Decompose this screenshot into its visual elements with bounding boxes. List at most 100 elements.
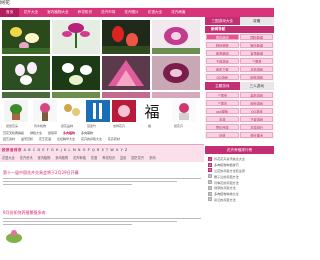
- site-logo[interactable]: 网花: [0, 0, 10, 6]
- text-link[interactable]: 论坛精华大全: [57, 137, 75, 141]
- sidebar-game-tabs: 主题游戏 三人游戏: [205, 82, 274, 90]
- text-link[interactable]: 绿植大全: [30, 131, 42, 135]
- sidebar-link[interactable]: 三国志: [205, 99, 239, 107]
- sidebar-link[interactable]: 手游排行: [240, 123, 274, 131]
- sidebar-link[interactable]: 下载游戏: [240, 115, 274, 123]
- category-link[interactable]: 花卉种植: [73, 156, 86, 160]
- category-link[interactable]: 多肉: [149, 156, 155, 160]
- sidebar-link[interactable]: 倚天屠龙: [240, 131, 274, 139]
- nav-item[interactable]: 养花知识: [73, 8, 96, 17]
- text-link[interactable]: 花卉的养殖大全: [81, 137, 102, 141]
- rank-item-label[interactable]: 吊兰的养殖方法: [214, 197, 236, 202]
- text-link[interactable]: 花艺花语: [39, 137, 51, 141]
- flower-photo[interactable]: [2, 20, 50, 54]
- sidebar-link[interactable]: 单机游戏: [240, 91, 274, 99]
- text-link[interactable]: 鼠尾草: [48, 131, 57, 135]
- sidebar-tab[interactable]: 三国游戏大全: [205, 17, 240, 25]
- flower-photo[interactable]: [152, 56, 200, 90]
- sidebar-link[interactable]: 手机游戏: [240, 65, 274, 73]
- sidebar-link[interactable]: QQ游戏: [240, 107, 274, 115]
- rank-item-label[interactable]: 月季花的养殖方法: [214, 180, 239, 185]
- icon-caption[interactable]: 鼠鼠花朵: [6, 124, 18, 128]
- flower-photo[interactable]: [102, 20, 150, 54]
- sidebar-tab[interactable]: 主题游戏: [205, 82, 240, 90]
- text-link[interactable]: 多肉植物: [63, 131, 75, 135]
- sidebar-link[interactable]: 体育新闻: [205, 49, 239, 57]
- flower-photo[interactable]: [152, 92, 200, 98]
- sidebar-tab[interactable]: 三人游戏: [239, 82, 274, 90]
- rank-item-label[interactable]: 君子兰的养殖方法: [214, 174, 239, 179]
- category-link[interactable]: 花语: [91, 156, 97, 160]
- sidebar-link[interactable]: 问道: [205, 131, 239, 139]
- text-link[interactable]: 多肉萌物: [81, 131, 93, 135]
- article-title[interactable]: 第十一届中国花卉交易会将于2月29日开幕: [3, 170, 201, 176]
- flower-photo[interactable]: [2, 92, 50, 98]
- category-link[interactable]: 室内植物: [38, 156, 51, 160]
- category-link[interactable]: 盆景: [120, 156, 126, 160]
- fu-character-icon[interactable]: 福: [140, 100, 164, 122]
- sidebar-link[interactable]: 手游: [205, 115, 239, 123]
- alphabet-letters[interactable]: A B C D E F G H J K L M N O P Q R S T W …: [24, 148, 128, 152]
- nav-item[interactable]: 花卉大全: [19, 8, 42, 17]
- potted-plant-icon[interactable]: [4, 100, 28, 122]
- orchid-icon[interactable]: [60, 100, 84, 122]
- sidebar-link[interactable]: 网页游戏: [240, 99, 274, 107]
- category-link[interactable]: 多肉植物: [55, 156, 68, 160]
- sidebar-link[interactable]: QQ游戏: [205, 73, 239, 81]
- nav-item-home[interactable]: 首页: [0, 8, 20, 17]
- category-link[interactable]: 园艺花卉: [131, 156, 144, 160]
- text-link[interactable]: 花卉药材: [108, 137, 120, 141]
- flower-photo[interactable]: [52, 56, 100, 90]
- nav-item[interactable]: 花卉市场: [97, 8, 120, 17]
- icon-caption[interactable]: 风水植物: [34, 124, 46, 128]
- sidebar-link[interactable]: ppt模板: [205, 107, 239, 115]
- category-link[interactable]: 养花知识: [102, 156, 115, 160]
- icon-caption[interactable]: 鼠花卉: [174, 124, 183, 128]
- sidebar-tab[interactable]: 攻略: [239, 17, 274, 25]
- text-link[interactable]: 园艺资材: [3, 137, 15, 141]
- flower-photo[interactable]: [52, 92, 100, 98]
- icon-caption[interactable]: 福: [148, 124, 151, 128]
- rank-item[interactable]: 8 吊兰的养殖方法: [208, 197, 272, 203]
- category-link[interactable]: 花语大全: [2, 156, 15, 160]
- sidebar-link[interactable]: 电影下载: [205, 65, 239, 73]
- sidebar-link[interactable]: 网页游戏: [240, 73, 274, 81]
- flower-pot-icon[interactable]: [172, 100, 196, 122]
- rank-item-label[interactable]: 养花花卉资讯信息大全: [214, 156, 245, 161]
- article-thumbnail[interactable]: [3, 226, 25, 244]
- sidebar-tabs: 三国游戏大全 攻略: [205, 17, 274, 25]
- sidebar-link[interactable]: 梦幻西游: [205, 123, 239, 131]
- rank-item-label[interactable]: 多肉植物种植技巧: [214, 162, 239, 167]
- flower-photo[interactable]: [102, 56, 150, 90]
- sidebar-link[interactable]: 娱乐新闻: [240, 41, 274, 49]
- bamboo-icon[interactable]: [86, 100, 110, 122]
- rank-item-label[interactable]: 多肉植物种类大全: [214, 191, 239, 196]
- sidebar-link[interactable]: 财经频道: [205, 41, 239, 49]
- text-link[interactable]: 盆景赏析: [21, 137, 33, 141]
- flower-photo[interactable]: [52, 20, 100, 54]
- flower-photo[interactable]: [152, 20, 200, 54]
- rank-item-label[interactable]: 绿萝的养殖方法: [214, 185, 236, 190]
- rank-item-label[interactable]: 兰花的养殖方法和注意: [214, 168, 245, 173]
- sidebar-link[interactable]: 军事新闻: [240, 49, 274, 57]
- sidebar-link[interactable]: 国际新闻: [240, 33, 274, 41]
- flower-photo[interactable]: [2, 56, 50, 90]
- nav-item[interactable]: 花语大全: [143, 8, 166, 17]
- sidebar-link[interactable]: 三国杀: [240, 57, 274, 65]
- article-item: 9月份如何养殖繁殖多肉: [3, 210, 201, 225]
- icon-caption[interactable]: 吉祥花卉: [113, 124, 125, 128]
- nav-item[interactable]: 室内植物大全: [43, 8, 74, 17]
- icon-caption[interactable]: 富贵竹: [87, 124, 96, 128]
- lucky-flower-icon[interactable]: [112, 100, 136, 122]
- sidebar-link[interactable]: 下载游戏: [205, 57, 239, 65]
- nav-item[interactable]: 花卉图片: [120, 8, 143, 17]
- nav-item[interactable]: 花卉病害: [167, 8, 190, 17]
- flower-photo[interactable]: [102, 92, 150, 98]
- sidebar-link[interactable]: 国内新闻: [205, 33, 239, 41]
- icon-caption[interactable]: 鼠花品种: [61, 124, 73, 128]
- flower-vase-icon[interactable]: [33, 100, 57, 122]
- sidebar-link[interactable]: 三国杀: [205, 91, 239, 99]
- text-link[interactable]: 赏花天机再揭秘: [3, 131, 24, 135]
- article-title[interactable]: 9月份如何养殖繁殖多肉: [3, 210, 201, 216]
- category-link[interactable]: 花卉资讯: [20, 156, 33, 160]
